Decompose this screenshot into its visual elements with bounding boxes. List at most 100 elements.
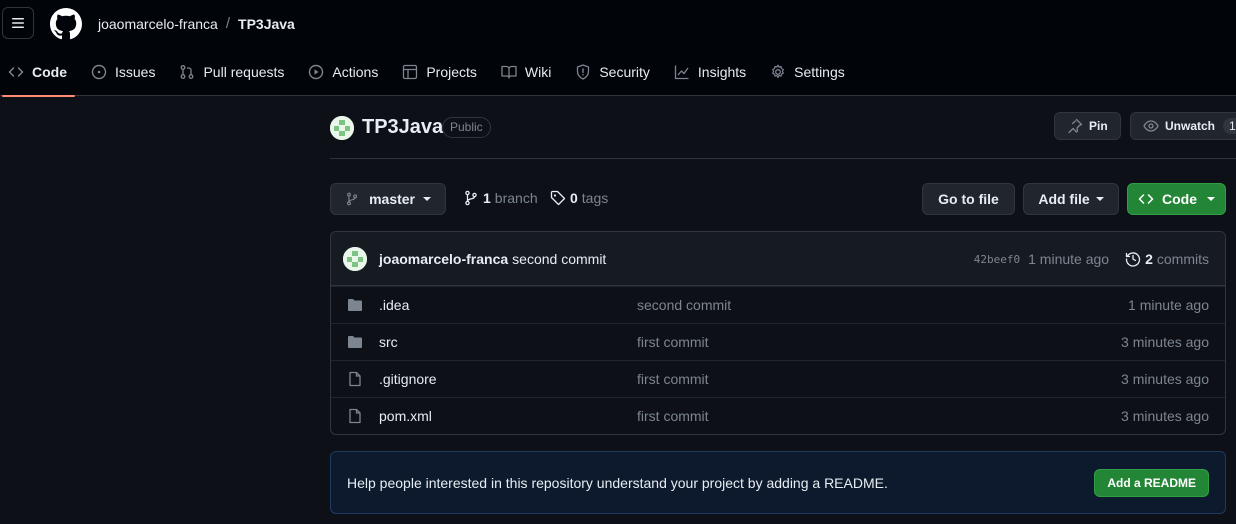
file-name-link[interactable]: pom.xml bbox=[379, 408, 637, 424]
table-row[interactable]: .idea second commit 1 minute ago bbox=[331, 286, 1225, 323]
pin-icon bbox=[1068, 118, 1083, 134]
go-to-file-button[interactable]: Go to file bbox=[922, 183, 1015, 215]
tag-count: 0 bbox=[570, 190, 578, 206]
hamburger-menu-button[interactable] bbox=[2, 7, 34, 39]
commits-history-link[interactable]: 2 commits bbox=[1125, 251, 1209, 267]
table-row[interactable]: pom.xml first commit 3 minutes ago bbox=[331, 397, 1225, 434]
chevron-down-icon bbox=[1207, 197, 1215, 201]
breadcrumb-separator: / bbox=[225, 15, 231, 32]
eye-icon bbox=[1143, 120, 1159, 132]
latest-commit-bar: joaomarcelo-franca second commit 42beef0… bbox=[331, 232, 1225, 286]
code-icon bbox=[1138, 194, 1154, 204]
tab-settings[interactable]: Settings bbox=[762, 56, 853, 88]
tab-security-label: Security bbox=[599, 64, 650, 80]
commit-message-link[interactable]: second commit bbox=[512, 251, 606, 267]
branch-icon bbox=[346, 192, 358, 206]
pull-request-icon bbox=[181, 65, 194, 79]
file-icon bbox=[349, 371, 361, 387]
repo-owner-avatar[interactable] bbox=[330, 116, 354, 140]
file-commit-message-link[interactable]: first commit bbox=[637, 334, 709, 350]
code-button-label: Code bbox=[1162, 191, 1197, 207]
file-commit-time: 3 minutes ago bbox=[1121, 334, 1209, 350]
pin-button[interactable]: Pin bbox=[1054, 112, 1121, 140]
issue-icon bbox=[91, 64, 107, 80]
file-icon bbox=[349, 408, 361, 424]
book-icon bbox=[501, 65, 517, 79]
commit-time: 1 minute ago bbox=[1028, 251, 1110, 267]
visibility-badge: Public bbox=[442, 117, 491, 138]
tag-icon bbox=[550, 190, 566, 206]
table-row[interactable]: src first commit 3 minutes ago bbox=[331, 323, 1225, 360]
add-file-label: Add file bbox=[1038, 191, 1090, 207]
tab-actions-label: Actions bbox=[332, 64, 379, 80]
tab-security[interactable]: Security bbox=[567, 56, 658, 88]
add-readme-button[interactable]: Add a README bbox=[1094, 469, 1209, 497]
tab-issues[interactable]: Issues bbox=[83, 56, 163, 88]
tab-issues-label: Issues bbox=[115, 64, 156, 80]
file-name-link[interactable]: .gitignore bbox=[379, 371, 637, 387]
tab-insights[interactable]: Insights bbox=[666, 56, 754, 88]
tab-insights-label: Insights bbox=[697, 64, 747, 80]
readme-prompt-text: Help people interested in this repositor… bbox=[347, 474, 888, 491]
file-commit-time: 3 minutes ago bbox=[1121, 371, 1209, 387]
tab-pull-requests[interactable]: Pull requests bbox=[171, 56, 292, 88]
go-to-file-label: Go to file bbox=[938, 191, 999, 207]
tab-wiki-label: Wiki bbox=[524, 64, 552, 80]
repo-nav: Code Issues Pull requests Actions Projec… bbox=[0, 56, 861, 97]
file-commit-message-link[interactable]: second commit bbox=[637, 297, 731, 313]
chevron-down-icon bbox=[423, 197, 431, 201]
avatar[interactable] bbox=[343, 246, 367, 271]
unwatch-button[interactable]: Unwatch 1 bbox=[1130, 112, 1236, 140]
file-commit-message-link[interactable]: first commit bbox=[637, 408, 709, 424]
tab-settings-label: Settings bbox=[794, 64, 845, 80]
tag-word: tags bbox=[581, 190, 609, 206]
file-commit-message-link[interactable]: first commit bbox=[637, 371, 709, 387]
folder-icon bbox=[348, 299, 362, 311]
unwatch-label: Unwatch bbox=[1165, 119, 1216, 133]
readme-banner: Help people interested in this repositor… bbox=[330, 451, 1226, 514]
code-icon bbox=[8, 67, 24, 77]
repo-title[interactable]: TP3Java bbox=[362, 116, 443, 139]
breadcrumb-repo-link[interactable]: TP3Java bbox=[238, 16, 295, 32]
gear-icon bbox=[772, 64, 785, 78]
github-logo-icon[interactable] bbox=[50, 8, 82, 40]
commit-meta: 42beef0 1 minute ago 2 commits bbox=[974, 232, 1209, 286]
branch-selector[interactable]: master bbox=[330, 183, 446, 215]
file-name-link[interactable]: .idea bbox=[379, 297, 637, 313]
table-row[interactable]: .gitignore first commit 3 minutes ago bbox=[331, 360, 1225, 397]
tab-actions[interactable]: Actions bbox=[300, 56, 386, 88]
pin-label: Pin bbox=[1089, 119, 1108, 133]
commit-author-link[interactable]: joaomarcelo-franca bbox=[379, 251, 508, 267]
graph-icon bbox=[674, 65, 689, 80]
file-commit-time: 3 minutes ago bbox=[1121, 408, 1209, 424]
tab-wiki[interactable]: Wiki bbox=[493, 56, 559, 88]
tags-link[interactable]: 0 tags bbox=[550, 190, 608, 206]
top-header: joaomarcelo-franca / TP3Java Code Issues… bbox=[0, 0, 1236, 97]
history-icon bbox=[1125, 252, 1141, 267]
breadcrumb-owner-link[interactable]: joaomarcelo-franca bbox=[98, 16, 218, 32]
chevron-down-icon bbox=[1095, 197, 1104, 201]
play-icon bbox=[309, 64, 324, 80]
code-dropdown-button[interactable]: Code bbox=[1127, 183, 1226, 215]
folder-icon bbox=[348, 336, 362, 348]
file-commit-time: 1 minute ago bbox=[1128, 297, 1209, 313]
commit-sha-link[interactable]: 42beef0 bbox=[974, 253, 1020, 266]
branch-icon bbox=[465, 190, 477, 206]
tab-pull-requests-label: Pull requests bbox=[203, 64, 285, 80]
watch-count: 1 bbox=[1223, 118, 1236, 134]
commit-word: commits bbox=[1156, 251, 1209, 267]
branches-link[interactable]: 1 branch bbox=[463, 190, 538, 206]
file-name-link[interactable]: src bbox=[379, 334, 637, 350]
tab-projects[interactable]: Projects bbox=[394, 56, 485, 88]
header-divider bbox=[330, 158, 1236, 159]
branch-name: master bbox=[369, 191, 415, 207]
tab-projects-label: Projects bbox=[426, 64, 477, 80]
tab-code[interactable]: Code bbox=[0, 56, 75, 97]
branch-count: 1 bbox=[483, 190, 491, 206]
table-icon bbox=[403, 64, 418, 80]
file-list: joaomarcelo-franca second commit 42beef0… bbox=[330, 231, 1226, 435]
breadcrumb: joaomarcelo-franca / TP3Java bbox=[98, 15, 295, 32]
hamburger-icon bbox=[12, 18, 24, 28]
commit-count: 2 bbox=[1145, 251, 1153, 267]
add-file-button[interactable]: Add file bbox=[1023, 183, 1119, 215]
